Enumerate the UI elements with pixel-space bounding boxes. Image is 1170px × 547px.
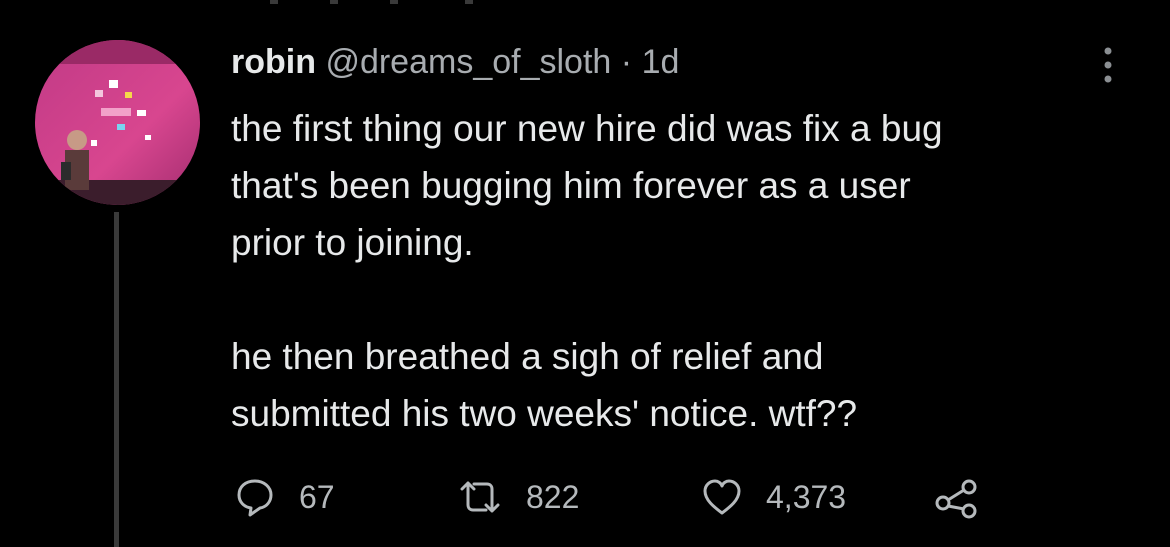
avatar-photo <box>35 40 200 205</box>
previous-tweet-fragment <box>270 0 473 4</box>
action-bar: 67 822 4,373 <box>233 472 1033 522</box>
share-icon <box>935 479 977 519</box>
retweet-icon <box>460 481 500 513</box>
retweet-button[interactable]: 822 <box>456 472 579 522</box>
paragraph-break <box>231 271 1111 328</box>
tweet-card[interactable]: robin @dreams_of_sloth · 1d the first th… <box>0 0 1170 547</box>
tweet-text-line: that's been bugging him forever as a use… <box>231 165 911 206</box>
share-button[interactable] <box>933 472 981 522</box>
tweet-header: robin @dreams_of_sloth · 1d <box>231 38 679 86</box>
tweet-text-line: submitted his two weeks' notice. wtf?? <box>231 393 858 434</box>
tweet-text-line: prior to joining. <box>231 222 474 263</box>
more-options-icon[interactable] <box>1100 45 1116 85</box>
heart-icon <box>703 479 741 515</box>
tweet-text-line: the first thing our new hire did was fix… <box>231 108 943 149</box>
reply-icon <box>237 479 273 517</box>
timestamp[interactable]: 1d <box>642 43 680 81</box>
tweet-text-line: he then breathed a sigh of relief and <box>231 336 824 377</box>
separator: · <box>620 43 633 81</box>
like-button[interactable]: 4,373 <box>700 472 846 522</box>
like-count: 4,373 <box>766 478 847 515</box>
reply-button[interactable]: 67 <box>233 472 335 522</box>
author-handle[interactable]: @dreams_of_sloth <box>325 43 611 81</box>
thread-line <box>114 212 119 547</box>
author-name[interactable]: robin <box>231 43 316 81</box>
avatar[interactable] <box>35 40 200 205</box>
retweet-count: 822 <box>526 478 580 515</box>
reply-count: 67 <box>299 478 335 515</box>
tweet-text: the first thing our new hire did was fix… <box>231 100 1111 442</box>
